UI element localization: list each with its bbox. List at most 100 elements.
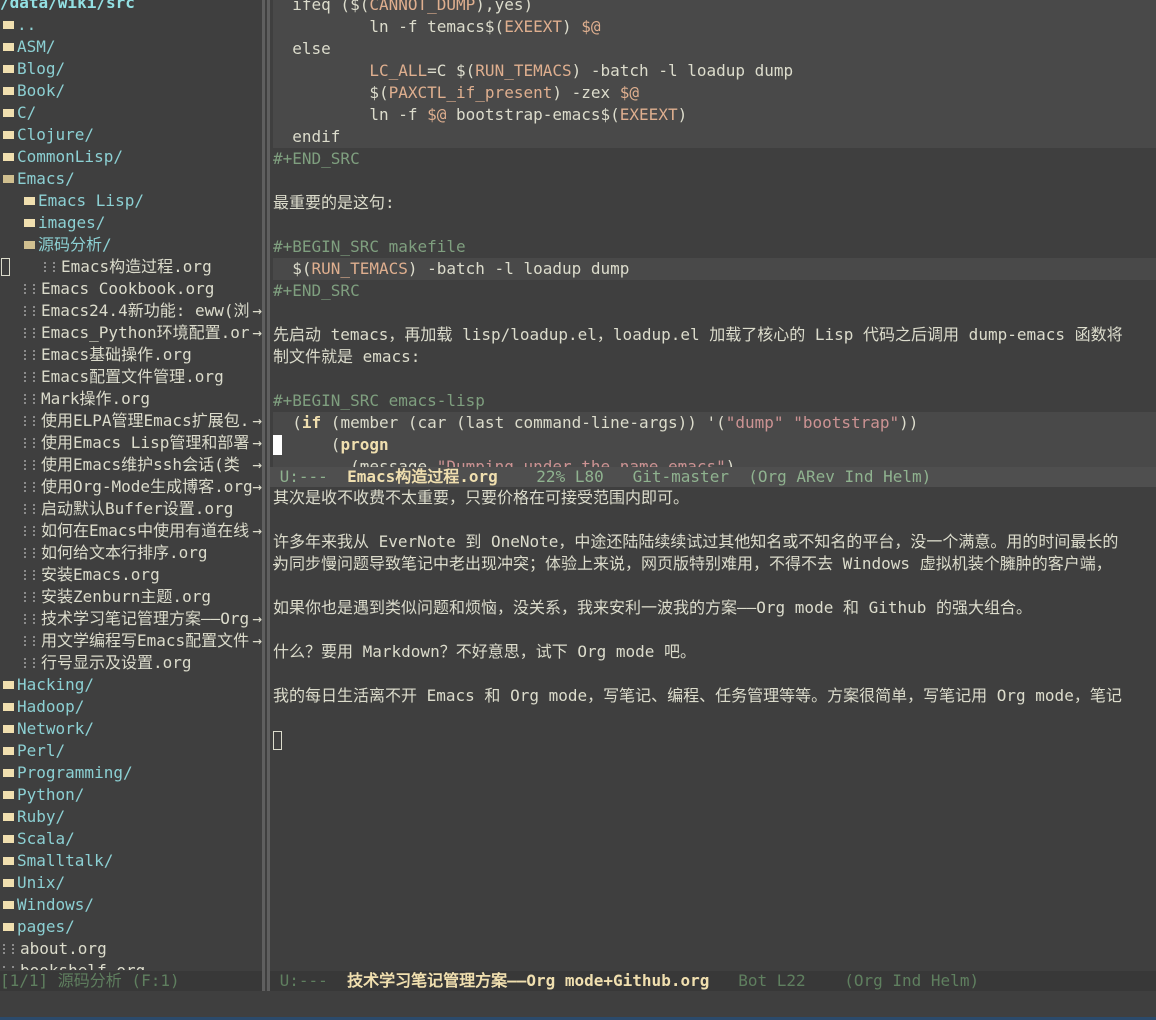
folder-icon (3, 900, 14, 909)
tree-file-item[interactable]: 使用Emacs维护ssh会话(类 → (0, 454, 262, 476)
code-token: 先启动 temacs，再加载 lisp/loadup.el，loadup.el … (273, 325, 1123, 344)
tree-directory-item[interactable]: pages/ (0, 916, 262, 938)
code-token: if (301, 413, 322, 432)
dired-sidebar[interactable]: /data/wiki/src.. ASM/Blog/Book/C/Clojure/… (0, 0, 262, 970)
tree-directory-item[interactable]: Windows/ (0, 894, 262, 916)
window-divider[interactable] (262, 0, 270, 992)
code-token: EXEEXT (504, 17, 562, 36)
code-token: #+END_SRC (273, 149, 360, 168)
tree-directory-item[interactable]: CommonLisp/ (0, 146, 262, 168)
code-token: $( (484, 17, 505, 36)
top-editor-window[interactable]: ifeq ($(CANNOT_DUMP),yes) ln -f temacs$(… (270, 0, 1156, 467)
text-content: 我的每日生活离不开 Emacs 和 Org mode，写笔记、编程、任务管理等等… (273, 686, 1122, 705)
tree-directory-item[interactable]: Emacs Lisp/ (0, 190, 262, 212)
tree-directory-item[interactable]: Book/ (0, 80, 262, 102)
bottom-buffer-text[interactable]: 其次是收不收费不太重要，只要价格在可接受范围内即可。 许多年来我从 EverNot… (270, 487, 1156, 751)
tree-file-item[interactable]: about.org (0, 938, 262, 960)
tree-directory-item[interactable]: Unix/ (0, 872, 262, 894)
tree-file-item[interactable]: Emacs构造过程.org (0, 256, 262, 278)
tree-directory-item[interactable]: images/ (0, 212, 262, 234)
code-line: 最重要的是这句: (273, 192, 1156, 214)
text-content: 许多年来我从 EverNote 到 OneNote，中途还陆陆续续试过其他知名或… (273, 532, 1119, 551)
tree-file-item[interactable]: Emacs Cookbook.org (0, 278, 262, 300)
truncation-arrow-icon: → (252, 455, 262, 474)
tree-item-label: Book/ (17, 81, 66, 100)
folder-icon (3, 108, 14, 117)
sidebar-modeline-text: [1/1] 源码分析 (F:1) (0, 971, 180, 990)
bottom-editor-window[interactable]: 其次是收不收费不太重要，只要价格在可接受范围内即可。 许多年来我从 EverNot… (270, 487, 1156, 971)
tree-file-item[interactable]: Emacs24.4新功能: eww(浏 → (0, 300, 262, 322)
tree-file-item[interactable]: 安装Zenburn主题.org (0, 586, 262, 608)
tree-file-item[interactable]: 技术学习笔记管理方案——Org → (0, 608, 262, 630)
file-icon (24, 613, 35, 624)
tree-directory-item[interactable]: Python/ (0, 784, 262, 806)
tree-file-item[interactable]: 安装Emacs.org (0, 564, 262, 586)
tree-directory-item[interactable]: Ruby/ (0, 806, 262, 828)
text-line (273, 509, 1156, 531)
tree-directory-item[interactable]: Perl/ (0, 740, 262, 762)
tree-directory-item[interactable]: Scala/ (0, 828, 262, 850)
folder-open-icon (3, 174, 14, 183)
folder-icon (3, 152, 14, 161)
tree-file-item[interactable]: 用文学编程写Emacs配置文件 → (0, 630, 262, 652)
tree-item-label: Emacs/ (17, 169, 75, 188)
file-icon (24, 503, 35, 514)
tree-file-item[interactable]: 如何给文本行排序.org (0, 542, 262, 564)
file-icon (24, 525, 35, 536)
top-modeline-buffer-name[interactable]: Emacs构造过程.org (347, 467, 498, 486)
echo-area[interactable] (0, 991, 1156, 1020)
code-token: RUN_TEMACS (475, 61, 572, 80)
code-line: $(RUN_TEMACS) -batch -l loadup dump (273, 258, 1156, 280)
file-icon (24, 437, 35, 448)
bottom-modeline-buffer-name[interactable]: 技术学习笔记管理方案——Org mode+Github.org (347, 971, 709, 990)
top-mode-line[interactable]: U:--- Emacs构造过程.org 22% L80 Git-master (… (270, 467, 1156, 487)
folder-icon (3, 724, 14, 733)
tree-item-label: 源码分析/ (38, 235, 112, 254)
tree-directory-item[interactable]: Blog/ (0, 58, 262, 80)
tree-directory-item[interactable]: 源码分析/ (0, 234, 262, 256)
code-line: #+END_SRC (273, 280, 1156, 302)
code-token: ) -zex (552, 83, 620, 102)
code-token: )) (899, 413, 919, 432)
cursor-line[interactable] (273, 729, 1156, 751)
tree-directory-item[interactable]: Smalltalk/ (0, 850, 262, 872)
folder-icon (3, 834, 14, 843)
tree-item-label: Hadoop/ (17, 697, 85, 716)
code-line: ifeq ($(CANNOT_DUMP),yes) (273, 0, 1156, 16)
file-icon (44, 261, 55, 272)
tree-directory-item[interactable]: ASM/ (0, 36, 262, 58)
folder-icon (3, 856, 14, 865)
tree-directory-item[interactable]: Programming/ (0, 762, 262, 784)
tree-file-item[interactable]: Mark操作.org (0, 388, 262, 410)
tree-directory-item[interactable]: Emacs/ (0, 168, 262, 190)
tree-directory-item[interactable]: Hacking/ (0, 674, 262, 696)
tree-file-item[interactable]: Emacs_Python环境配置.or → (0, 322, 262, 344)
code-token: $@ (427, 105, 447, 124)
tree-directory-item[interactable]: Hadoop/ (0, 696, 262, 718)
tree-file-item[interactable]: bookshelf.org (0, 960, 262, 970)
text-content: 如果你也是遇到类似问题和烦恼，没关系，我来安利一波我的方案——Org mode … (273, 598, 1033, 617)
tree-file-item[interactable]: 使用Emacs Lisp管理和部署 → (0, 432, 262, 454)
tree-file-item[interactable]: 启动默认Buffer设置.org (0, 498, 262, 520)
file-icon (24, 569, 35, 580)
tree-file-item[interactable]: 如何在Emacs中使用有道在线 → (0, 520, 262, 542)
tree-directory-item[interactable]: C/ (0, 102, 262, 124)
tree-file-item[interactable]: 使用ELPA管理Emacs扩展包. → (0, 410, 262, 432)
tree-file-item[interactable]: Emacs配置文件管理.org (0, 366, 262, 388)
file-icon (3, 965, 14, 970)
top-buffer-text[interactable]: ifeq ($(CANNOT_DUMP),yes) ln -f temacs$(… (270, 0, 1156, 467)
tree-directory-item[interactable]: Network/ (0, 718, 262, 740)
tree-item-label: bookshelf.org (20, 961, 145, 970)
tree-file-item[interactable]: 行号显示及设置.org (0, 652, 262, 674)
file-icon (24, 657, 35, 668)
bottom-mode-line[interactable]: U:--- 技术学习笔记管理方案——Org mode+Github.org Bo… (270, 971, 1156, 991)
code-line: (progn (273, 434, 1156, 456)
tree-file-item[interactable]: Emacs基础操作.org (0, 344, 262, 366)
code-token: EXEEXT (619, 105, 678, 124)
folder-icon (3, 812, 14, 821)
tree-file-item[interactable]: 使用Org-Mode生成博客.org → (0, 476, 262, 498)
tree-directory-item[interactable]: Clojure/ (0, 124, 262, 146)
tree-directory-item[interactable]: .. (0, 14, 262, 36)
